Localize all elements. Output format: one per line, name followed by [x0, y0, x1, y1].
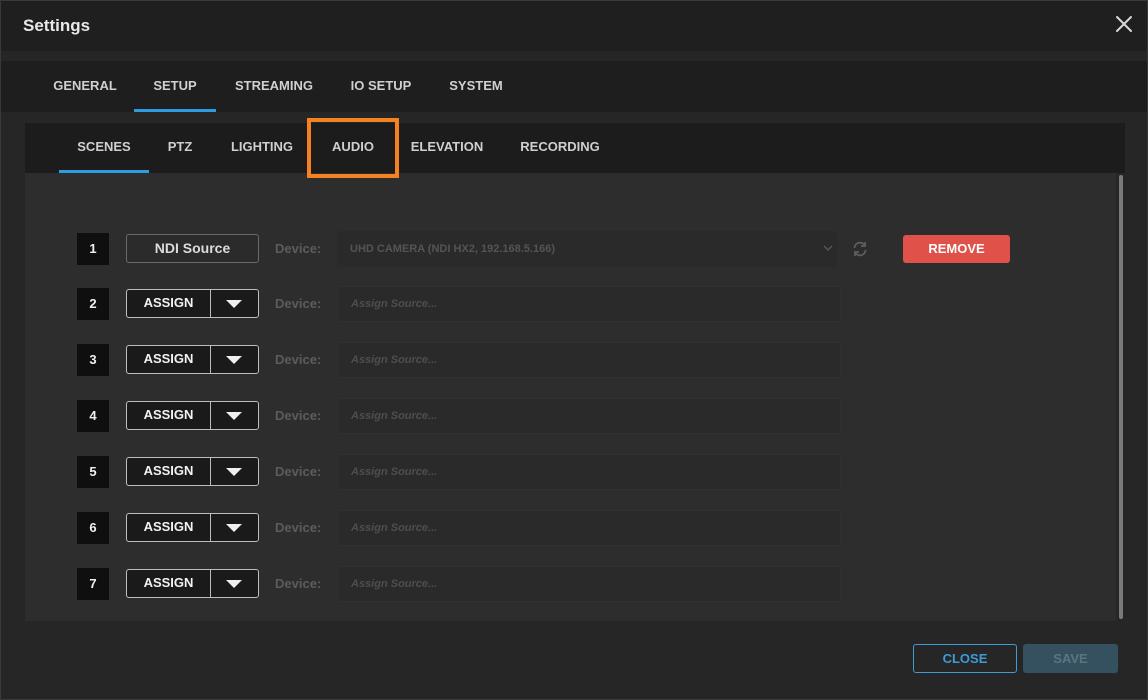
tab-general[interactable]: GENERAL [41, 61, 129, 112]
assign-dropdown-toggle[interactable] [211, 290, 258, 317]
assign-dropdown-toggle[interactable] [211, 458, 258, 485]
assign-button[interactable]: ASSIGN [127, 346, 211, 373]
assign-split-button: ASSIGN [126, 345, 259, 374]
close-button[interactable]: CLOSE [913, 644, 1017, 673]
tab-io-setup[interactable]: IO SETUP [337, 61, 425, 112]
assign-button[interactable]: ASSIGN [127, 570, 211, 597]
scene-row-5: 5 ASSIGN Device: Assign Source... [77, 454, 1017, 490]
assign-dropdown-toggle[interactable] [211, 514, 258, 541]
assign-button[interactable]: ASSIGN [127, 458, 211, 485]
tab-streaming[interactable]: STREAMING [221, 61, 327, 112]
tab-setup[interactable]: SETUP [134, 61, 216, 112]
device-field[interactable]: Assign Source... [337, 510, 841, 546]
device-field[interactable]: Assign Source... [337, 398, 841, 434]
sub-tab-bar: SCENES PTZ LIGHTING AUDIO ELEVATION RECO… [25, 118, 1125, 178]
caret-down-icon [226, 580, 242, 588]
device-label: Device: [275, 352, 322, 367]
assign-button[interactable]: ASSIGN [127, 402, 211, 429]
tab-scenes[interactable]: SCENES [59, 123, 149, 173]
scrollbar[interactable] [1116, 173, 1125, 621]
settings-dialog: Settings GENERAL SETUP STREAMING IO SETU… [0, 0, 1148, 700]
device-label: Device: [275, 576, 322, 591]
chevron-down-icon [823, 245, 833, 252]
close-icon[interactable] [1112, 12, 1136, 36]
scene-row-6: 6 ASSIGN Device: Assign Source... [77, 510, 1017, 546]
device-field[interactable]: Assign Source... [337, 566, 841, 602]
scene-number: 6 [77, 512, 109, 544]
tab-system[interactable]: SYSTEM [435, 61, 517, 112]
top-tab-bar: GENERAL SETUP STREAMING IO SETUP SYSTEM [1, 61, 1147, 112]
caret-down-icon [226, 300, 242, 308]
dialog-title: Settings [23, 16, 91, 35]
tab-elevation[interactable]: ELEVATION [401, 123, 493, 173]
device-label: Device: [275, 520, 322, 535]
scene-row-4: 4 ASSIGN Device: Assign Source... [77, 398, 1017, 434]
scene-row-2: 2 ASSIGN Device: Assign Source... [77, 286, 1017, 322]
device-label: Device: [275, 241, 322, 256]
tab-lighting[interactable]: LIGHTING [219, 123, 305, 173]
device-field[interactable]: Assign Source... [337, 454, 841, 490]
assign-button[interactable]: ASSIGN [127, 290, 211, 317]
scene-number: 1 [77, 233, 109, 265]
ndi-source-button[interactable]: NDI Source [126, 234, 259, 263]
scene-row-1: 1 NDI Source Device: UHD CAMERA (NDI HX2… [77, 231, 1017, 267]
scene-number: 7 [77, 568, 109, 600]
caret-down-icon [226, 468, 242, 476]
assign-dropdown-toggle[interactable] [211, 402, 258, 429]
assign-split-button: ASSIGN [126, 513, 259, 542]
device-label: Device: [275, 408, 322, 423]
scene-number: 5 [77, 456, 109, 488]
remove-button[interactable]: REMOVE [903, 235, 1010, 263]
scene-number: 2 [77, 288, 109, 320]
caret-down-icon [226, 412, 242, 420]
device-label: Device: [275, 464, 322, 479]
device-select-value: UHD CAMERA (NDI HX2, 192.168.5.166) [350, 243, 555, 255]
save-button[interactable]: SAVE [1023, 644, 1118, 673]
tab-ptz[interactable]: PTZ [155, 123, 205, 173]
assign-dropdown-toggle[interactable] [211, 570, 258, 597]
refresh-icon[interactable] [851, 240, 869, 258]
scene-row-3: 3 ASSIGN Device: Assign Source... [77, 342, 1017, 378]
scrollbar-thumb[interactable] [1119, 175, 1123, 619]
tab-recording[interactable]: RECORDING [511, 123, 609, 173]
device-select[interactable]: UHD CAMERA (NDI HX2, 192.168.5.166) [337, 231, 837, 267]
device-field[interactable]: Assign Source... [337, 342, 841, 378]
audio-tab-highlight [307, 118, 399, 178]
caret-down-icon [226, 524, 242, 532]
scene-number: 4 [77, 400, 109, 432]
scene-number: 3 [77, 344, 109, 376]
device-field[interactable]: Assign Source... [337, 286, 841, 322]
dialog-titlebar: Settings [1, 1, 1147, 51]
device-label: Device: [275, 296, 322, 311]
assign-split-button: ASSIGN [126, 401, 259, 430]
scene-row-7: 7 ASSIGN Device: Assign Source... [77, 566, 1017, 602]
caret-down-icon [226, 356, 242, 364]
assign-split-button: ASSIGN [126, 569, 259, 598]
assign-dropdown-toggle[interactable] [211, 346, 258, 373]
assign-split-button: ASSIGN [126, 289, 259, 318]
assign-button[interactable]: ASSIGN [127, 514, 211, 541]
assign-split-button: ASSIGN [126, 457, 259, 486]
setup-panel: SCENES PTZ LIGHTING AUDIO ELEVATION RECO… [25, 118, 1125, 621]
